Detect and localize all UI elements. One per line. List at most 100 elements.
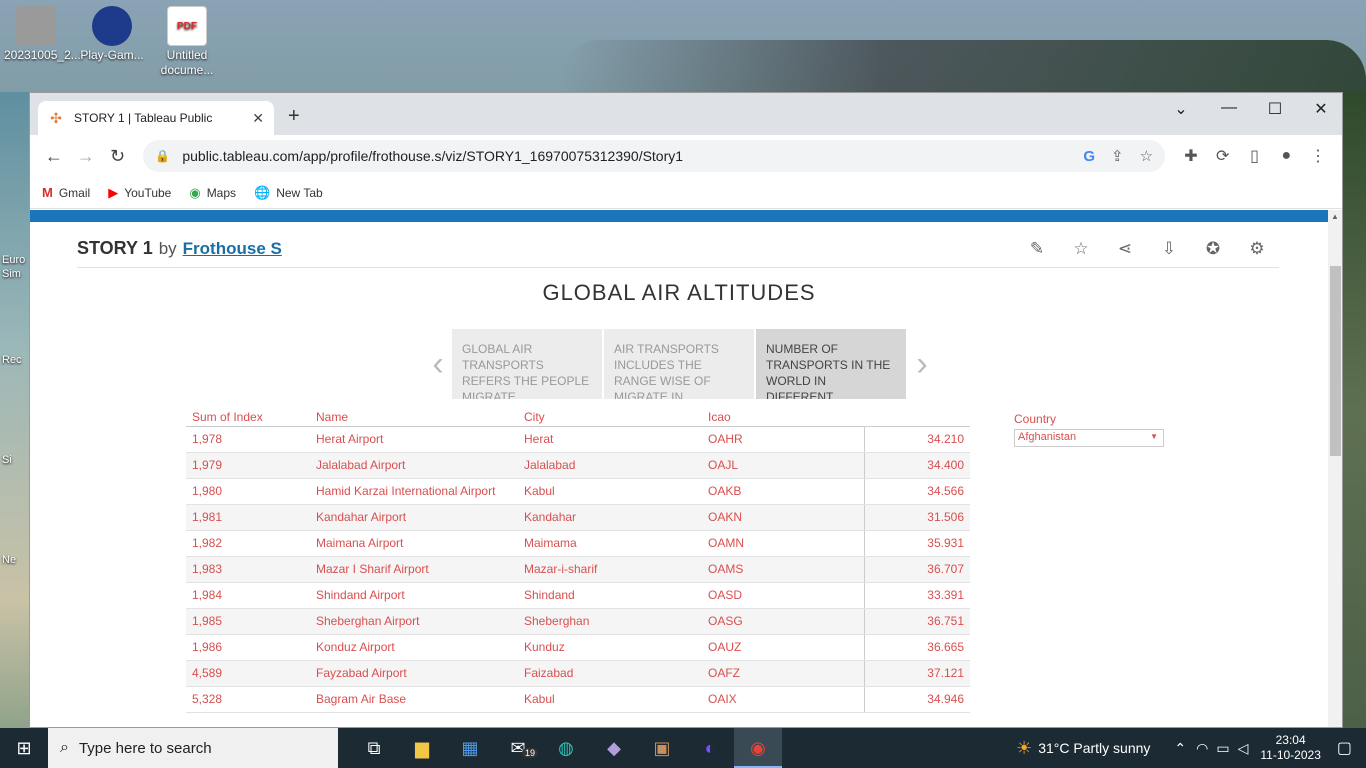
header-icao[interactable]: Icao	[702, 410, 864, 427]
browser-window: ✣ STORY 1 | Tableau Public ✕ + ⌄ — ☐ ✕ ←…	[29, 92, 1343, 728]
browser-tab[interactable]: ✣ STORY 1 | Tableau Public ✕	[38, 101, 274, 135]
lock-icon: 🔒	[155, 149, 171, 163]
cell-icao: OAUZ	[702, 634, 864, 661]
page-scrollbar[interactable]: ▲	[1328, 210, 1342, 727]
address-bar[interactable]: 🔒 public.tableau.com/app/profile/frothou…	[143, 140, 1166, 172]
close-window-icon[interactable]: ✕	[1298, 99, 1342, 119]
cell-name: Sheberghan Airport	[310, 608, 518, 635]
chrome-icon[interactable]: ◉	[734, 728, 782, 768]
viz-title: GLOBAL AIR ALTITUDES	[542, 280, 816, 305]
task-view-icon[interactable]: ⧉	[350, 738, 398, 759]
story-point-3[interactable]: NUMBER OF TRANSPORTS IN THE WORLD IN DIF…	[756, 329, 906, 399]
bookmark-youtube[interactable]: ▶ YouTube	[108, 185, 171, 201]
windows-start-icon[interactable]: ⊞	[0, 738, 48, 759]
story-header: STORY 1 by Frothouse S ✎ ☆ ⋖ ⇩ ✪ ⚙	[77, 230, 1279, 268]
maximize-icon[interactable]: ☐	[1252, 99, 1298, 119]
cell-name: Hamid Karzai International Airport	[310, 478, 518, 505]
bookmark-maps[interactable]: ◉ Maps	[189, 185, 236, 201]
table-row[interactable]: 5,328 Bagram Air Base Kabul OAIX 34.946	[186, 686, 970, 713]
cell-value: 34.400	[863, 452, 970, 479]
scrollbar-thumb[interactable]	[1330, 266, 1341, 456]
tray-chevron-up-icon[interactable]: ⌃	[1174, 740, 1186, 757]
app-gem-icon[interactable]: ◆	[590, 738, 638, 759]
side-panel-icon[interactable]: ▯	[1239, 146, 1271, 166]
header-sum-of-index[interactable]: Sum of Index	[186, 410, 310, 427]
country-dropdown[interactable]: Afghanistan ▼	[1014, 429, 1164, 447]
new-tab-icon[interactable]: +	[288, 105, 300, 128]
address-url[interactable]: public.tableau.com/app/profile/frothouse…	[182, 148, 1067, 164]
table-row[interactable]: 1,980 Hamid Karzai International Airport K…	[186, 478, 970, 505]
store-icon[interactable]: ▦	[446, 738, 494, 759]
notifications-icon[interactable]: ▢	[1337, 738, 1352, 758]
desktop-left-label: Si	[2, 454, 12, 466]
reload-icon[interactable]: ↻	[102, 140, 134, 172]
minimize-icon[interactable]: —	[1206, 99, 1252, 117]
tab-search-chevron-icon[interactable]: ⌄	[1158, 99, 1204, 119]
app-drop-icon[interactable]: ◐	[686, 738, 734, 759]
desktop-left-label: Euro	[2, 254, 26, 266]
taskbar-search[interactable]: ⌕ Type here to search	[48, 728, 338, 768]
download-icon[interactable]: ⇩	[1147, 239, 1191, 259]
favorite-star-icon[interactable]: ☆	[1059, 239, 1103, 259]
weather-text[interactable]: 31°C Partly sunny	[1038, 740, 1150, 756]
cell-value: 33.391	[863, 582, 970, 609]
mail-icon[interactable]: ✉ 19	[494, 738, 542, 759]
weather-sun-icon[interactable]: ☀	[1016, 738, 1032, 759]
tableau-blue-bar	[30, 210, 1328, 222]
table-row[interactable]: 4,589 Fayzabad Airport Faizabad OAFZ 37.121	[186, 660, 970, 687]
table-row[interactable]: 1,978 Herat Airport Herat OAHR 34.210	[186, 426, 970, 453]
header-city[interactable]: City	[518, 410, 702, 427]
story-point-1[interactable]: GLOBAL AIR TRANSPORTS REFERS THE PEOPLE …	[452, 329, 602, 399]
bookmark-new-tab[interactable]: 🌐 New Tab	[254, 185, 323, 201]
battery-icon[interactable]: ▭	[1216, 740, 1229, 757]
desktop-icon-game[interactable]: Play-Gam...	[80, 6, 144, 63]
viz-of-day-badge-icon[interactable]: ✪	[1191, 239, 1235, 259]
edge-browser-icon[interactable]: ◍	[542, 738, 590, 759]
author-link[interactable]: Frothouse S	[183, 239, 282, 259]
share-icon[interactable]: ⋖	[1103, 239, 1147, 259]
tab-close-icon[interactable]: ✕	[252, 110, 264, 127]
menu-kebab-icon[interactable]: ⋮	[1302, 146, 1334, 166]
next-point-chevron-icon[interactable]: ›	[908, 345, 936, 384]
back-arrow-icon[interactable]: ←	[38, 140, 70, 172]
cell-sum-of-index: 1,978	[186, 426, 310, 453]
scroll-up-icon[interactable]: ▲	[1331, 212, 1339, 221]
edit-viz-icon[interactable]: ✎	[1015, 239, 1059, 259]
table-row[interactable]: 1,986 Konduz Airport Kunduz OAUZ 36.665	[186, 634, 970, 661]
tab-bar: ✣ STORY 1 | Tableau Public ✕ + ⌄ — ☐ ✕	[30, 93, 1342, 135]
previous-point-chevron-icon[interactable]: ‹	[424, 345, 452, 384]
extension-icon[interactable]: ⟳	[1207, 146, 1239, 166]
table-row[interactable]: 1,985 Sheberghan Airport Sheberghan OASG 36.…	[186, 608, 970, 635]
file-explorer-icon[interactable]: ▆	[398, 738, 446, 759]
story-point-2[interactable]: AIR TRANSPORTS INCLUDES THE RANGE WISE O…	[604, 329, 754, 399]
desktop-icon-file[interactable]: 20231005_2...	[4, 6, 81, 63]
table-row[interactable]: 1,982 Maimana Airport Maimama OAMN 35.931	[186, 530, 970, 557]
google-icon[interactable]: G	[1083, 148, 1095, 165]
desktop-left-label: Ne	[2, 554, 17, 566]
extensions-puzzle-icon[interactable]: ✚	[1175, 146, 1207, 166]
table-row[interactable]: 1,979 Jalalabad Airport Jalalabad OAJL 34.40…	[186, 452, 970, 479]
bookmark-star-icon[interactable]: ☆	[1140, 147, 1153, 165]
cell-sum-of-index: 1,984	[186, 582, 310, 609]
desktop-icon-pdf[interactable]: PDF Untitled docume...	[155, 6, 219, 78]
cell-icao: OAHR	[702, 426, 864, 453]
header-name[interactable]: Name	[310, 410, 518, 427]
settings-gear-icon[interactable]: ⚙	[1235, 239, 1279, 259]
cell-icao: OAIX	[702, 686, 864, 713]
taskbar: ⊞ ⌕ Type here to search ⧉ ▆ ▦ ✉ 19 ◍ ◆ ▣ …	[0, 728, 1366, 768]
bookmark-gmail[interactable]: M Gmail	[42, 185, 90, 200]
file-thumbnail-icon	[16, 6, 56, 46]
desktop-icon-label: 20231005_2...	[4, 48, 81, 62]
clock[interactable]: 23:04 11-10-2023	[1260, 733, 1321, 763]
forward-arrow-icon[interactable]: →	[70, 140, 102, 172]
table-row[interactable]: 1,984 Shindand Airport Shindand OASD 33.391	[186, 582, 970, 609]
wifi-icon[interactable]: ◠	[1196, 740, 1208, 757]
desktop-icon-label: Play-Gam...	[80, 48, 144, 62]
profile-avatar-icon[interactable]: ●	[1270, 147, 1302, 165]
share-icon[interactable]: ⇪	[1111, 147, 1124, 165]
app-game-icon[interactable]: ▣	[638, 738, 686, 759]
table-row[interactable]: 1,981 Kandahar Airport Kandahar OAKN 31.506	[186, 504, 970, 531]
table-row[interactable]: 1,983 Mazar I Sharif Airport Mazar-i-shari…	[186, 556, 970, 583]
story-title: STORY 1	[77, 238, 153, 258]
volume-icon[interactable]: ◁	[1238, 740, 1249, 757]
